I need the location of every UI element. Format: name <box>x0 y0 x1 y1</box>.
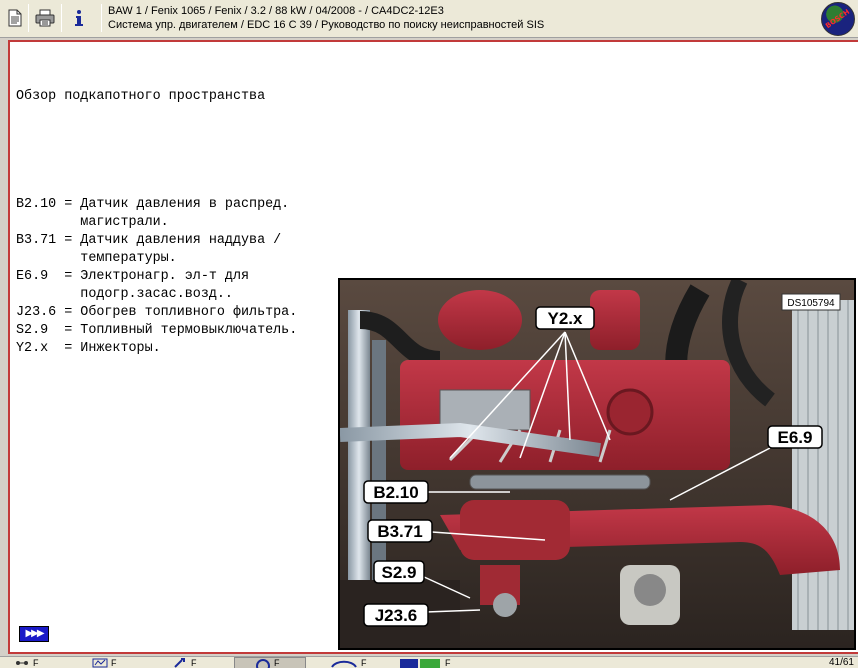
legend-row: B2.10 = Датчик давления в распред. <box>16 196 297 214</box>
app-window: BAW 1 / Fenix 1065 / Fenix / 3.2 / 88 kW… <box>0 0 858 668</box>
legend-description: = Инжекторы. <box>64 341 161 356</box>
wrench-icon <box>174 658 185 668</box>
legend-row: S2.9 = Топливный термовыключатель. <box>16 322 297 340</box>
legend-row: температуры. <box>16 250 297 268</box>
svg-text:B2.10: B2.10 <box>373 483 418 502</box>
engine-bay-photo: DS105794 Y2.x E6.9 B2.10 B3.71 S2.9 J23.… <box>338 278 856 650</box>
diagram-icon <box>92 658 108 668</box>
callout-b371: B3.71 <box>367 519 433 543</box>
svg-text:J23.6: J23.6 <box>375 606 418 625</box>
callout-s29: S2.9 <box>373 560 425 584</box>
callout-j236: J23.6 <box>363 603 429 627</box>
legend-row: B3.71 = Датчик давления наддува / <box>16 232 297 250</box>
bottom-tool-4-active[interactable]: F <box>234 657 306 668</box>
legend-description: магистрали. <box>64 215 169 230</box>
toolbar-separator <box>61 4 62 32</box>
legend-code <box>16 215 64 230</box>
legend-description: = Электронагр. эл-т для <box>64 269 250 284</box>
car-icon <box>331 660 357 668</box>
legend-row: магистрали. <box>16 214 297 232</box>
title-line-2: Система упр. двигателем / EDC 16 C 39 / … <box>108 19 545 31</box>
legend-description: подогр.засас.возд.. <box>64 287 233 302</box>
legend-description: = Датчик давления в распред. <box>64 197 290 212</box>
svg-text:S2.9: S2.9 <box>382 563 417 582</box>
legend-row: J23.6 = Обогрев топливного фильтра. <box>16 304 297 322</box>
ktc-icon <box>400 659 440 668</box>
svg-text:B3.71: B3.71 <box>377 522 422 541</box>
bottom-toolbar: F F F F F F 41/61 <box>0 656 858 668</box>
gauge-icon <box>256 659 270 668</box>
legend-row: E6.9 = Электронагр. эл-т для <box>16 268 297 286</box>
legend-code: S2.9 <box>16 323 65 338</box>
legend-code <box>16 287 64 302</box>
page-title: Обзор подкапотного пространства <box>16 89 266 104</box>
legend-text: Обзор подкапотного пространства B2.10 = … <box>16 52 297 394</box>
svg-text:Y2.x: Y2.x <box>548 309 584 328</box>
info-icon[interactable] <box>66 5 92 31</box>
legend-row: Y2.x = Инжекторы. <box>16 340 297 358</box>
legend-description: = Топливный термовыключатель. <box>64 323 298 338</box>
callout-e69: E6.9 <box>767 425 823 449</box>
figure-id-label: DS105794 <box>787 298 835 309</box>
document-icon[interactable] <box>2 5 28 31</box>
bottom-tool-5[interactable]: F <box>330 657 367 668</box>
toolbar-separator <box>28 4 29 32</box>
callout-b210: B2.10 <box>363 480 429 504</box>
legend-description: = Обогрев топливного фильтра. <box>64 305 298 320</box>
next-page-button[interactable]: ▶▶▶ <box>19 626 49 642</box>
legend-description: = Датчик давления наддува / <box>64 233 282 248</box>
print-icon[interactable] <box>32 5 58 31</box>
callout-y2x: Y2.x <box>535 306 595 330</box>
network-icon <box>16 661 28 665</box>
legend-code: B3.71 <box>16 233 65 248</box>
vehicle-title: BAW 1 / Fenix 1065 / Fenix / 3.2 / 88 kW… <box>108 4 544 32</box>
bottom-tool-2[interactable]: F <box>92 657 117 668</box>
top-toolbar: BAW 1 / Fenix 1065 / Fenix / 3.2 / 88 kW… <box>0 0 858 38</box>
legend-row: подогр.засас.возд.. <box>16 286 297 304</box>
legend-code <box>16 251 64 266</box>
bosch-logo: BOSCH <box>821 2 855 36</box>
toolbar-separator <box>101 4 102 32</box>
bottom-tool-1[interactable]: F <box>14 657 39 668</box>
legend-code: E6.9 <box>16 269 65 284</box>
legend-description: температуры. <box>64 251 177 266</box>
bottom-tool-6[interactable]: F <box>400 657 451 668</box>
page-counter: 41/61 <box>828 657 854 668</box>
bottom-tool-3[interactable]: F <box>172 657 197 668</box>
svg-text:E6.9: E6.9 <box>778 428 813 447</box>
title-line-1: BAW 1 / Fenix 1065 / Fenix / 3.2 / 88 kW… <box>108 5 444 17</box>
legend-code: J23.6 <box>16 305 65 320</box>
legend-code: B2.10 <box>16 197 65 212</box>
legend-code: Y2.x <box>16 341 65 356</box>
